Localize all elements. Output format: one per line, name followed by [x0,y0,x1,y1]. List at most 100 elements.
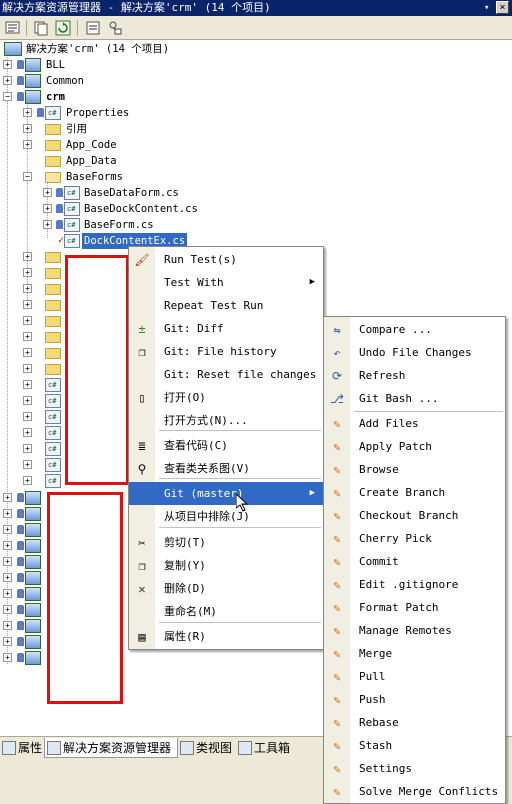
expand-icon[interactable]: + [3,557,12,566]
context-menu-item[interactable]: Git: Reset file changes [129,363,323,386]
context-menu-item[interactable]: ± Git: Diff [129,317,323,340]
context-menu-item[interactable]: 🖌 Run Test(s) [129,248,323,271]
tree-row-file[interactable]: + BaseDataForm.cs [0,185,220,201]
tree-row-folder[interactable]: + [0,457,70,473]
git-menu-item[interactable]: ✎ Pull [324,665,505,688]
git-menu-item[interactable]: ✎ Stash [324,734,505,757]
tree-row-folder[interactable]: + [0,377,70,393]
expand-icon[interactable]: + [23,348,32,357]
tree-row-folder[interactable]: + [0,329,70,345]
tree-row-project[interactable]: + [0,506,48,522]
git-menu-item[interactable]: ✎ Rebase [324,711,505,734]
context-menu-item[interactable]: ✂ 剪切(T) [129,531,323,554]
git-menu-item[interactable]: ✎ Create Branch [324,481,505,504]
git-menu-item[interactable]: ✎ Checkout Branch [324,504,505,527]
tree-row-properties[interactable]: + Properties [0,105,200,121]
expand-icon[interactable]: + [23,140,32,149]
collapse-icon[interactable]: − [23,172,32,181]
expand-icon[interactable]: + [23,364,32,373]
git-menu-item[interactable]: ✎ Apply Patch [324,435,505,458]
tree-row-project[interactable]: + [0,554,48,570]
git-menu-item[interactable]: ✎ Merge [324,642,505,665]
tree-row-project[interactable]: + [0,490,48,506]
close-icon[interactable]: × [496,1,509,14]
expand-icon[interactable]: + [23,332,32,341]
context-menu-item[interactable]: 从项目中排除(J) [129,505,323,528]
context-menu-item[interactable]: Git (master) ▶ [129,482,323,505]
tree-row-solution[interactable]: 解决方案'crm' (14 个项目) [0,41,200,57]
expand-icon[interactable]: + [23,444,32,453]
view-code-icon[interactable] [84,19,102,37]
git-menu-item[interactable]: ✎ Settings [324,757,505,780]
expand-icon[interactable]: + [3,653,12,662]
tab-solution-explorer[interactable]: 解决方案资源管理器 [44,738,178,758]
tree-row-folder[interactable]: + [0,393,70,409]
refresh-icon[interactable] [54,19,72,37]
tab-toolbox[interactable]: 工具箱 [236,738,298,758]
tree-row-folder[interactable]: + [0,297,70,313]
git-menu-item[interactable]: ✎ Format Patch [324,596,505,619]
expand-icon[interactable]: + [43,188,52,197]
context-menu-item[interactable]: ▤ 属性(R) [129,625,323,648]
tree-row-folder[interactable]: + [0,425,70,441]
expand-icon[interactable]: + [43,220,52,229]
tree-row-project[interactable]: + [0,634,48,650]
context-menu-item[interactable]: 打开方式(N)... [129,409,323,432]
git-menu-item[interactable]: ✎ Cherry Pick [324,527,505,550]
git-menu-item[interactable]: ✎ Add Files [324,412,505,435]
tree-row-project[interactable]: + [0,618,48,634]
tree-row-folder[interactable]: + [0,409,70,425]
expand-icon[interactable]: + [23,124,32,133]
git-menu-item[interactable]: ✎ Browse [324,458,505,481]
git-menu-item[interactable]: ↶ Undo File Changes [324,341,505,364]
expand-icon[interactable]: + [3,60,12,69]
tree-row-folder[interactable]: + [0,345,70,361]
tree-row-folder[interactable]: + [0,441,70,457]
context-menu-item[interactable]: ❐ 复制(Y) [129,554,323,577]
git-menu-item[interactable]: ✎ Manage Remotes [324,619,505,642]
tree-row-project[interactable]: + [0,522,48,538]
tree-row-folder[interactable]: App_Data [0,153,200,169]
tree-row-file[interactable]: + BaseForm.cs [0,217,220,233]
tree-row-file[interactable]: + BaseDockContent.cs [0,201,220,217]
tree-row-project[interactable]: + [0,538,48,554]
expand-icon[interactable]: + [3,621,12,630]
expand-icon[interactable]: + [3,493,12,502]
expand-icon[interactable]: + [23,476,32,485]
expand-icon[interactable]: + [43,204,52,213]
expand-icon[interactable]: + [23,396,32,405]
tree-row-project[interactable]: + [0,602,48,618]
tree-row-references[interactable]: + 引用 [0,121,200,137]
tree-row-folder[interactable]: + App_Code [0,137,200,153]
tree-row-folder[interactable]: + [0,249,70,265]
tree-row-project[interactable]: + [0,570,48,586]
git-menu-item[interactable]: ✎ Edit .gitignore [324,573,505,596]
git-menu-item[interactable]: ⟳ Refresh [324,364,505,387]
expand-icon[interactable]: + [23,428,32,437]
expand-icon[interactable]: + [3,573,12,582]
tree-row-project[interactable]: − crm [0,89,200,105]
expand-icon[interactable]: + [3,637,12,646]
context-menu-item[interactable]: Test With ▶ [129,271,323,294]
git-menu-item[interactable]: ✎ Solve Merge Conflicts [324,780,505,803]
expand-icon[interactable]: + [23,108,32,117]
collapse-icon[interactable]: − [3,92,12,101]
tree-row-project[interactable]: + [0,650,48,666]
tree-row-folder[interactable]: + [0,473,70,489]
tree-row-folder[interactable]: + [0,313,70,329]
expand-icon[interactable]: + [3,509,12,518]
tab-properties[interactable]: 属性 [0,738,44,758]
tab-class-view[interactable]: 类视图 [178,738,236,758]
tree-row-project[interactable]: + BLL [0,57,200,73]
expand-icon[interactable]: + [23,268,32,277]
expand-icon[interactable]: + [3,605,12,614]
expand-icon[interactable]: + [23,412,32,421]
expand-icon[interactable]: + [3,541,12,550]
context-menu-item[interactable]: ⚲ 查看类关系图(V) [129,457,323,480]
git-menu-item[interactable]: ⎇ Git Bash ... [324,387,505,410]
context-menu-item[interactable]: 重命名(M) [129,600,323,623]
tree-row-folder[interactable]: + [0,361,70,377]
expand-icon[interactable]: + [23,284,32,293]
expand-icon[interactable]: + [23,460,32,469]
context-menu-item[interactable]: ❐ Git: File history [129,340,323,363]
